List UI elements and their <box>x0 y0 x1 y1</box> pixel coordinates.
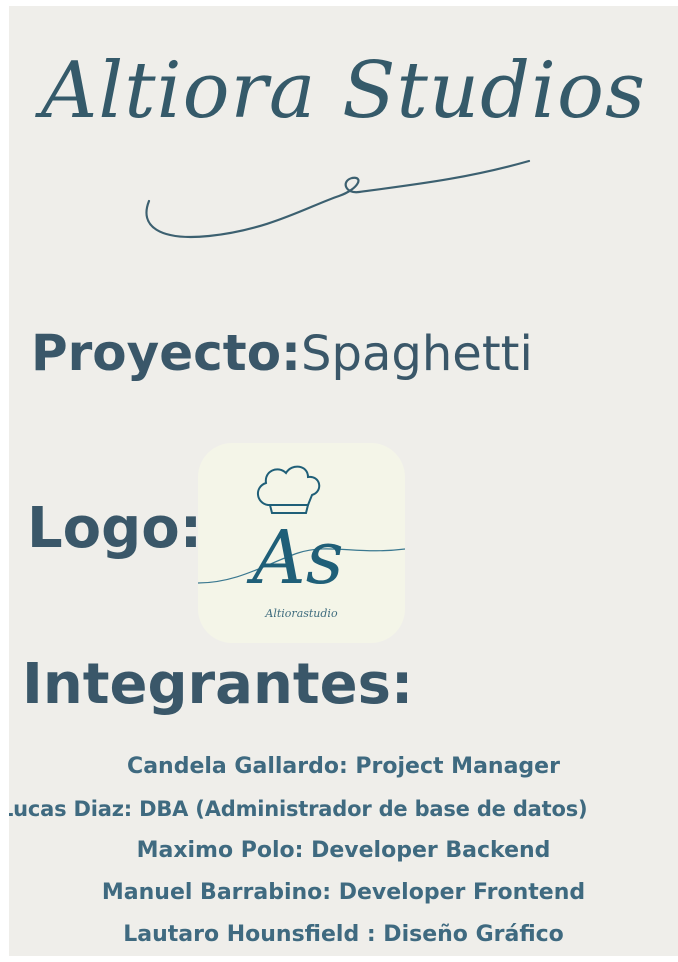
logo-monogram: As <box>246 515 343 601</box>
project-label: Proyecto: <box>31 324 302 382</box>
member-item: Maximo Polo: Developer Backend <box>136 838 551 863</box>
logo-label: Logo: <box>27 496 203 561</box>
project-line: Proyecto:Spaghetti <box>31 324 533 382</box>
members-list: Candela Gallardo: Project Manager Lucas … <box>9 746 678 956</box>
member-item: Lucas Diaz: DBA (Administrador de base d… <box>9 797 588 821</box>
logo-image: As Altiorastudio <box>198 443 405 643</box>
logo-caption: Altiorastudio <box>265 607 338 620</box>
brand-title: Altiora Studios <box>41 46 646 136</box>
member-item: Lautaro Hounsfield : Diseño Gráfico <box>123 922 564 947</box>
members-title: Integrantes: <box>22 652 414 717</box>
member-item: Candela Gallardo: Project Manager <box>127 754 560 779</box>
member-item: Manuel Barrabino: Developer Frontend <box>101 880 586 905</box>
title-flourish <box>145 159 531 238</box>
project-name: Spaghetti <box>301 326 533 382</box>
document-page: Altiora Studios Proyecto:Spaghetti Logo:… <box>9 6 678 956</box>
